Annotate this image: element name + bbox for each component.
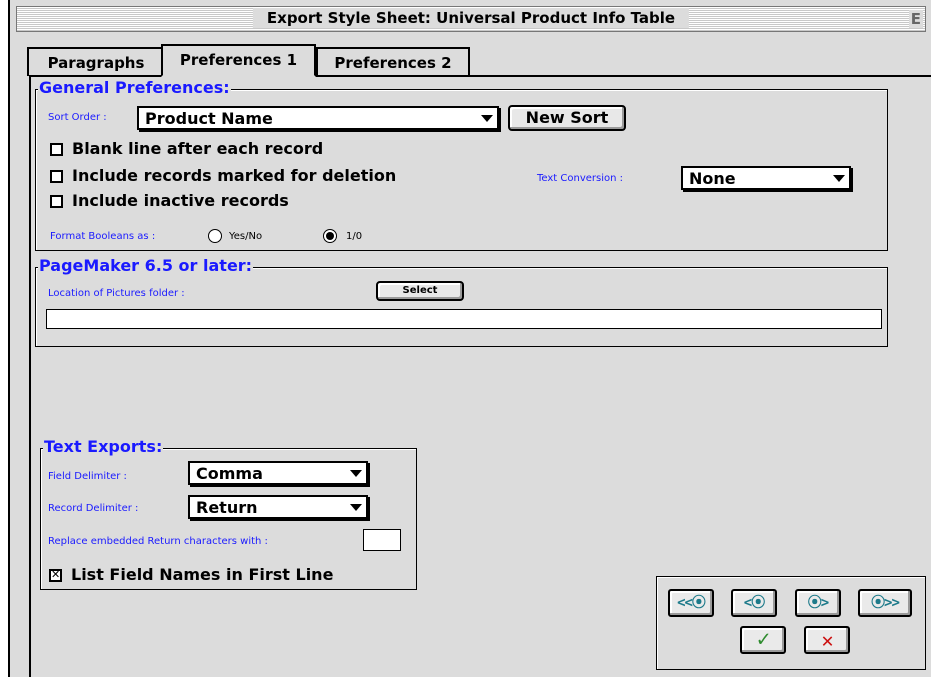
list-field-names-checkbox[interactable] <box>49 568 62 582</box>
field-delimiter-value: Comma <box>196 464 263 483</box>
blank-line-label: Blank line after each record <box>72 139 324 158</box>
blank-line-checkbox[interactable] <box>50 143 63 156</box>
chevron-down-icon <box>833 175 845 182</box>
text-exports-group: Text Exports: Field Delimiter : Comma Re… <box>40 438 417 590</box>
text-exports-legend: Text Exports: <box>43 437 164 456</box>
ok-check-icon[interactable]: ✓ <box>740 626 786 654</box>
chevron-down-icon <box>350 504 362 511</box>
pictures-folder-label: Location of Pictures folder : <box>48 288 185 299</box>
sort-order-label: Sort Order : <box>48 112 107 123</box>
tab-preferences-1[interactable]: Preferences 1 <box>161 44 316 77</box>
new-sort-button[interactable]: New Sort <box>508 105 626 131</box>
first-record-button[interactable]: <<⦿ <box>668 589 714 617</box>
boolean-yesno-radio[interactable] <box>208 229 222 243</box>
format-booleans-label: Format Booleans as : <box>50 231 156 242</box>
title-bar[interactable]: Export Style Sheet: Universal Product In… <box>16 6 926 32</box>
record-delimiter-popup[interactable]: Return <box>188 495 368 519</box>
boolean-10-label: 1/0 <box>346 231 363 242</box>
pictures-folder-field[interactable] <box>46 309 882 329</box>
dialog-window: Export Style Sheet: Universal Product In… <box>8 0 931 677</box>
boolean-yesno-label: Yes/No <box>229 231 263 242</box>
field-delimiter-popup[interactable]: Comma <box>188 461 368 485</box>
chevron-down-icon <box>481 115 493 122</box>
text-conversion-popup[interactable]: None <box>681 166 851 190</box>
last-record-button[interactable]: ⦿>> <box>858 589 912 617</box>
navigation-group: <<⦿ <⦿ ⦿> ⦿>> ✓ ✕ <box>656 576 926 670</box>
record-delimiter-value: Return <box>196 498 258 517</box>
tab-label: Paragraphs <box>47 54 145 72</box>
text-conversion-label: Text Conversion : <box>537 173 624 184</box>
tab-paragraphs[interactable]: Paragraphs <box>27 47 165 76</box>
include-inactive-checkbox[interactable] <box>50 195 63 208</box>
pagemaker-group: PageMaker 6.5 or later: Location of Pict… <box>35 257 888 347</box>
boolean-10-radio[interactable] <box>323 229 337 243</box>
tab-label: Preferences 2 <box>334 54 452 72</box>
list-field-names-label: List Field Names in First Line <box>71 565 334 584</box>
include-deleted-checkbox[interactable] <box>50 170 63 183</box>
next-record-button[interactable]: ⦿> <box>795 589 841 617</box>
zoom-box-icon[interactable]: E <box>908 10 923 28</box>
general-preferences-legend: General Preferences: <box>38 78 231 97</box>
replace-returns-label: Replace embedded Return characters with … <box>48 536 268 547</box>
text-conversion-value: None <box>689 169 736 188</box>
chevron-down-icon <box>350 470 362 477</box>
sort-order-value: Product Name <box>145 109 273 128</box>
replace-returns-field[interactable] <box>363 529 401 551</box>
include-inactive-label: Include inactive records <box>72 191 289 210</box>
include-deleted-label: Include records marked for deletion <box>72 166 397 185</box>
general-preferences-group: General Preferences: Sort Order : Produc… <box>35 79 888 251</box>
pagemaker-legend: PageMaker 6.5 or later: <box>38 256 254 275</box>
cancel-x-icon[interactable]: ✕ <box>804 626 850 654</box>
window-title: Export Style Sheet: Universal Product In… <box>252 8 690 28</box>
tab-label: Preferences 1 <box>179 51 298 69</box>
sort-order-popup[interactable]: Product Name <box>137 106 499 130</box>
previous-record-button[interactable]: <⦿ <box>731 589 777 617</box>
field-delimiter-label: Field Delimiter : <box>48 471 127 482</box>
tab-preferences-2[interactable]: Preferences 2 <box>316 47 470 76</box>
record-delimiter-label: Record Delimiter : <box>48 503 139 514</box>
select-button[interactable]: Select <box>376 281 464 301</box>
